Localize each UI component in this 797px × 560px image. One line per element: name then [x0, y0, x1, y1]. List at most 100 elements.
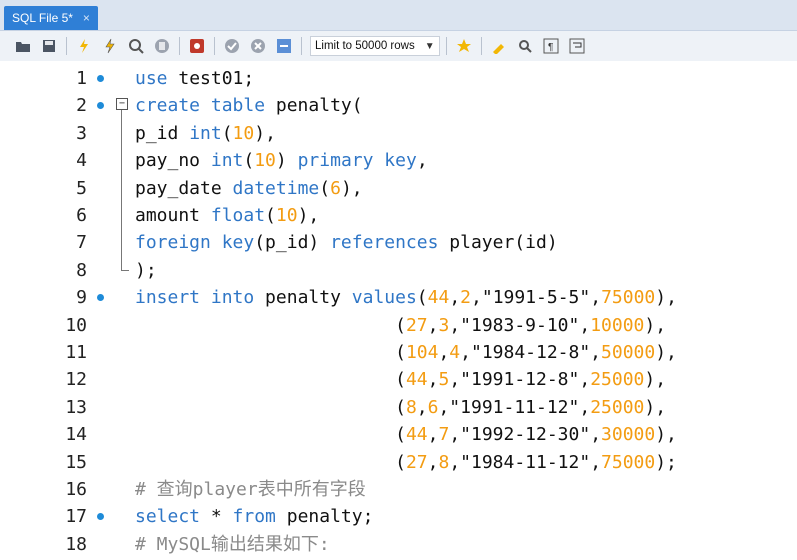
line-number: 8 [76, 259, 87, 281]
close-icon[interactable]: × [83, 6, 90, 30]
code-text: (44,5,"1991-12-8",25000), [135, 366, 666, 393]
sql-token: ) [275, 150, 298, 172]
code-line[interactable]: 9 insert into penalty values(44,2,"1991-5… [0, 284, 797, 311]
code-line[interactable]: 11 (104,4,"1984-12-8",50000), [0, 339, 797, 366]
sql-number: 30000 [601, 424, 656, 446]
toggle-errors-icon[interactable] [188, 37, 206, 55]
sql-keyword: datetime [232, 177, 320, 199]
sql-keyword: foreign key [135, 232, 255, 254]
code-line[interactable]: 12 (44,5,"1991-12-8",25000), [0, 366, 797, 393]
sql-number: 4 [449, 342, 461, 363]
sql-comment: # MySQL输出结果如下: [135, 533, 330, 555]
sql-token: ( [135, 314, 406, 336]
fold-toggle-icon[interactable]: − [116, 98, 128, 111]
folder-open-icon[interactable] [14, 37, 32, 55]
code-line[interactable]: 13 (8,6,"1991-11-12",25000), [0, 394, 797, 421]
sql-token: * [200, 506, 233, 528]
sql-number: 44 [405, 369, 428, 391]
sql-token: pay_date [135, 177, 233, 199]
code-text: (27,3,"1983-9-10",10000), [135, 312, 666, 339]
tab-sql-file[interactable]: SQL File 5* × [4, 6, 98, 30]
sql-token: player(id) [438, 232, 558, 254]
sql-token: ( [265, 205, 276, 226]
code-text: (104,4,"1984-12-8",50000), [135, 339, 677, 366]
sql-keyword: create table [135, 95, 266, 117]
bookmark-icon[interactable] [455, 37, 473, 55]
sql-number: 25000 [590, 396, 645, 418]
code-line[interactable]: 7 foreign key(p_id) references player(id) [0, 229, 797, 256]
sql-number: 10 [254, 150, 276, 172]
code-line[interactable]: 14 (44,7,"1992-12-30",30000), [0, 421, 797, 448]
limit-rows-select[interactable]: Limit to 50000 rows ▼ [310, 36, 440, 56]
statement-marker-icon [97, 102, 104, 110]
code-line[interactable]: 18 # MySQL输出结果如下: [0, 531, 797, 558]
wrap-icon[interactable] [568, 37, 586, 55]
sql-token: , [427, 314, 439, 336]
code-line[interactable]: 16 # 查询player表中所有字段 [0, 476, 797, 503]
line-number: 18 [65, 533, 87, 555]
code-text: insert into penalty values(44,2,"1991-5-… [135, 284, 677, 311]
sql-token: penalty( [265, 95, 363, 117]
sql-token: penalty [254, 287, 352, 309]
sql-token: (p_id) [254, 232, 331, 254]
toolbar-divider [301, 37, 302, 55]
sql-keyword: int [189, 122, 222, 144]
sql-token: pay_no [135, 150, 211, 172]
sql-token: ), [297, 205, 320, 226]
toolbar-divider [445, 37, 447, 55]
sql-token: ,"1991-5-5", [471, 287, 602, 309]
sql-comment: # 查询player表中所有字段 [135, 479, 366, 500]
invisible-chars-icon[interactable]: ¶ [542, 37, 560, 55]
editor-toolbar: Limit to 50000 rows ▼ ¶ [0, 31, 797, 61]
code-line[interactable]: 8); [0, 257, 797, 284]
sql-token: ), [644, 314, 667, 336]
sql-keyword: insert into [135, 287, 255, 309]
code-line[interactable]: 1 use test01; [0, 65, 797, 92]
line-number: 2 [76, 95, 87, 117]
line-number: 7 [76, 232, 87, 254]
sql-token: amount [135, 205, 211, 226]
code-text: # MySQL输出结果如下: [135, 531, 330, 558]
execute-icon[interactable] [75, 37, 93, 55]
sql-editor[interactable]: 1 use test01; 2− create table penalty(3 p_id… [0, 61, 797, 560]
limit-rows-label: Limit to 50000 rows [315, 40, 415, 52]
beautify-icon[interactable] [490, 37, 508, 55]
code-line[interactable]: 5 pay_date datetime(6), [0, 175, 797, 202]
code-line[interactable]: 4 pay_no int(10) primary key, [0, 147, 797, 174]
sql-token: ), [655, 424, 677, 446]
line-number: 12 [65, 369, 87, 391]
sql-number: 2 [460, 287, 472, 309]
execute-current-icon[interactable] [101, 37, 119, 55]
code-line[interactable]: 3 p_id int(10), [0, 120, 797, 147]
sql-number: 8 [405, 396, 417, 418]
line-number: 13 [65, 396, 87, 418]
sql-token: ( [135, 342, 406, 363]
explain-icon[interactable] [127, 37, 145, 55]
code-line[interactable]: 6 amount float(10), [0, 202, 797, 229]
rollback-icon[interactable] [249, 37, 267, 55]
sql-token: test01; [167, 68, 255, 89]
fold-guide [121, 110, 122, 271]
sql-token: p_id [135, 122, 190, 144]
line-number: 9 [76, 287, 87, 309]
code-line[interactable]: 10 (27,3,"1983-9-10",10000), [0, 312, 797, 339]
autocommit-icon[interactable] [275, 37, 293, 55]
sql-token: ,"1984-12-8", [460, 342, 602, 363]
save-icon[interactable] [40, 37, 58, 55]
code-text: create table penalty( [135, 92, 363, 119]
sql-token: , [438, 342, 450, 363]
code-line[interactable]: 15 (27,8,"1984-11-12",75000); [0, 449, 797, 476]
sql-token: , [427, 424, 439, 446]
sql-number: 8 [438, 451, 450, 473]
code-text: ); [135, 257, 157, 284]
sql-token: ), [254, 122, 276, 144]
code-line[interactable]: 17 select * from penalty; [0, 503, 797, 530]
code-line[interactable]: 2 − create table penalty( [0, 92, 797, 119]
sql-number: 10 [232, 122, 255, 144]
sql-token: , [449, 287, 461, 309]
sql-number: 50000 [601, 342, 656, 363]
stop-icon[interactable] [153, 37, 171, 55]
commit-icon[interactable] [223, 37, 241, 55]
line-number: 4 [76, 150, 87, 172]
find-icon[interactable] [516, 37, 534, 55]
